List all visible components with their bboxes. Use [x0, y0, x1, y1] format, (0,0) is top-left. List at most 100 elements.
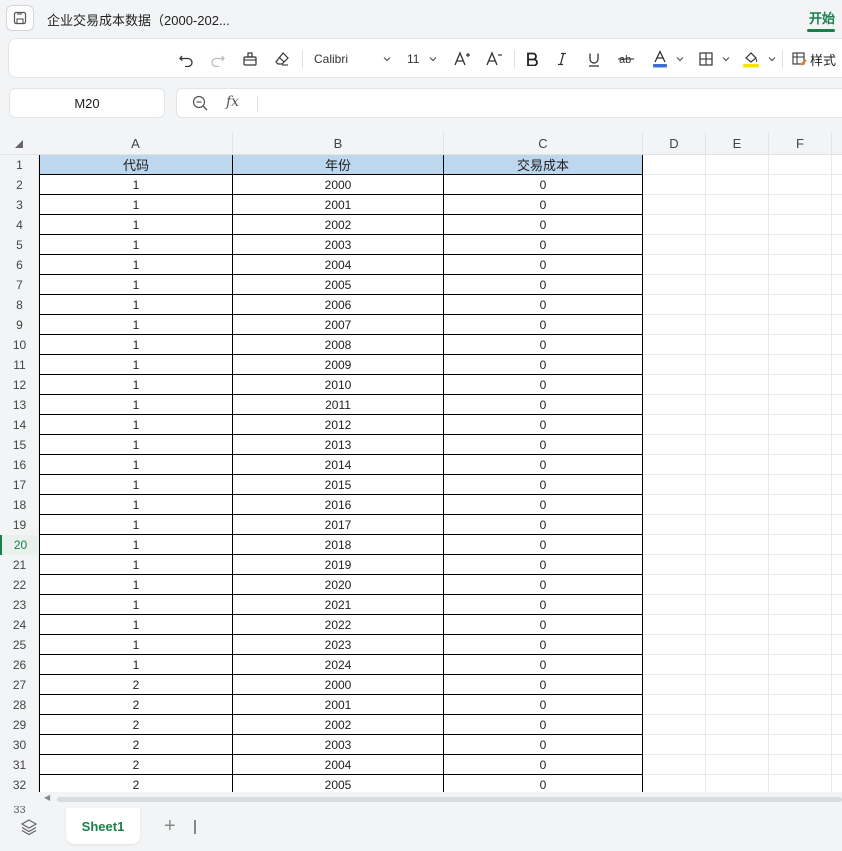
- data-cell[interactable]: 2003: [233, 235, 444, 255]
- decrease-font-button[interactable]: [481, 39, 507, 79]
- data-cell[interactable]: 1: [39, 635, 233, 655]
- column-header-d[interactable]: D: [643, 132, 706, 155]
- data-cell[interactable]: 0: [444, 495, 643, 515]
- data-cell[interactable]: 1: [39, 375, 233, 395]
- column-header-f[interactable]: F: [769, 132, 832, 155]
- data-cell[interactable]: 2017: [233, 515, 444, 535]
- save-button[interactable]: [6, 5, 34, 31]
- column-header-c[interactable]: C: [444, 132, 643, 155]
- row-header[interactable]: 27: [0, 675, 39, 695]
- header-cell[interactable]: 交易成本: [444, 155, 643, 175]
- data-cell[interactable]: 0: [444, 655, 643, 675]
- row-header[interactable]: 22: [0, 575, 39, 595]
- add-sheet-button[interactable]: +: [164, 815, 176, 838]
- data-cell[interactable]: 2004: [233, 755, 444, 775]
- name-box[interactable]: M20: [9, 88, 165, 118]
- data-cell[interactable]: 1: [39, 415, 233, 435]
- data-cell[interactable]: 2: [39, 715, 233, 735]
- data-cell[interactable]: 2010: [233, 375, 444, 395]
- data-cell[interactable]: 1: [39, 455, 233, 475]
- data-cell[interactable]: 2009: [233, 355, 444, 375]
- fill-color-button[interactable]: [739, 39, 779, 79]
- row-header[interactable]: 2: [0, 175, 39, 195]
- row-header[interactable]: 19: [0, 515, 39, 535]
- data-cell[interactable]: 0: [444, 735, 643, 755]
- data-cell[interactable]: 2004: [233, 255, 444, 275]
- styles-button[interactable]: 样式: [789, 39, 841, 79]
- row-header[interactable]: 4: [0, 215, 39, 235]
- column-header-a[interactable]: A: [39, 132, 233, 155]
- data-cell[interactable]: 1: [39, 595, 233, 615]
- row-header[interactable]: 31: [0, 755, 39, 775]
- data-cell[interactable]: 2007: [233, 315, 444, 335]
- clear-button[interactable]: [269, 39, 295, 79]
- column-header-e[interactable]: E: [706, 132, 769, 155]
- row-header[interactable]: 11: [0, 355, 39, 375]
- row-header[interactable]: 33: [0, 806, 39, 814]
- data-cell[interactable]: 2008: [233, 335, 444, 355]
- data-cell[interactable]: 0: [444, 235, 643, 255]
- font-name-select[interactable]: Calibri: [309, 39, 399, 79]
- data-cell[interactable]: 0: [444, 335, 643, 355]
- increase-font-button[interactable]: [449, 39, 475, 79]
- data-cell[interactable]: 0: [444, 195, 643, 215]
- data-cell[interactable]: 2020: [233, 575, 444, 595]
- data-cell[interactable]: 1: [39, 295, 233, 315]
- row-header[interactable]: 1: [0, 155, 39, 175]
- data-cell[interactable]: 2002: [233, 215, 444, 235]
- data-cell[interactable]: 0: [444, 755, 643, 775]
- row-header[interactable]: 20: [0, 535, 39, 555]
- data-cell[interactable]: 2001: [233, 195, 444, 215]
- row-header[interactable]: 7: [0, 275, 39, 295]
- bold-button[interactable]: [519, 39, 545, 79]
- data-cell[interactable]: 1: [39, 175, 233, 195]
- data-cell[interactable]: 2013: [233, 435, 444, 455]
- data-cell[interactable]: 0: [444, 215, 643, 235]
- font-color-button[interactable]: [647, 39, 687, 79]
- formula-bar[interactable]: fx: [176, 88, 842, 118]
- row-header[interactable]: 32: [0, 775, 39, 792]
- fx-icon[interactable]: fx: [226, 94, 239, 110]
- data-cell[interactable]: 2003: [233, 735, 444, 755]
- sheet-list-button[interactable]: [20, 818, 38, 841]
- data-cell[interactable]: 0: [444, 435, 643, 455]
- data-cell[interactable]: 1: [39, 395, 233, 415]
- data-cell[interactable]: 0: [444, 775, 643, 792]
- strikethrough-button[interactable]: ab: [613, 39, 639, 79]
- data-cell[interactable]: 0: [444, 395, 643, 415]
- row-header[interactable]: 29: [0, 715, 39, 735]
- data-cell[interactable]: 0: [444, 575, 643, 595]
- select-all-corner[interactable]: [0, 132, 39, 155]
- data-cell[interactable]: 2011: [233, 395, 444, 415]
- data-cell[interactable]: 1: [39, 315, 233, 335]
- data-cell[interactable]: 2016: [233, 495, 444, 515]
- data-cell[interactable]: 0: [444, 415, 643, 435]
- data-cell[interactable]: 2: [39, 695, 233, 715]
- data-cell[interactable]: 1: [39, 515, 233, 535]
- data-cell[interactable]: 0: [444, 515, 643, 535]
- redo-button[interactable]: [205, 39, 231, 79]
- row-header[interactable]: 18: [0, 495, 39, 515]
- data-cell[interactable]: 2005: [233, 775, 444, 792]
- row-header[interactable]: 30: [0, 735, 39, 755]
- data-cell[interactable]: 1: [39, 335, 233, 355]
- data-cell[interactable]: 0: [444, 675, 643, 695]
- row-header[interactable]: 14: [0, 415, 39, 435]
- row-header[interactable]: 24: [0, 615, 39, 635]
- data-cell[interactable]: 0: [444, 175, 643, 195]
- data-cell[interactable]: 1: [39, 255, 233, 275]
- data-cell[interactable]: 1: [39, 475, 233, 495]
- data-cell[interactable]: 0: [444, 355, 643, 375]
- data-cell[interactable]: 0: [444, 595, 643, 615]
- data-cell[interactable]: 0: [444, 555, 643, 575]
- data-cell[interactable]: 0: [444, 255, 643, 275]
- row-header[interactable]: 16: [0, 455, 39, 475]
- data-cell[interactable]: 2: [39, 755, 233, 775]
- sheet-tab[interactable]: Sheet1: [66, 808, 140, 844]
- data-cell[interactable]: 2019: [233, 555, 444, 575]
- data-cell[interactable]: 2018: [233, 535, 444, 555]
- data-cell[interactable]: 1: [39, 555, 233, 575]
- data-cell[interactable]: 2: [39, 735, 233, 755]
- row-header[interactable]: 9: [0, 315, 39, 335]
- data-cell[interactable]: 0: [444, 315, 643, 335]
